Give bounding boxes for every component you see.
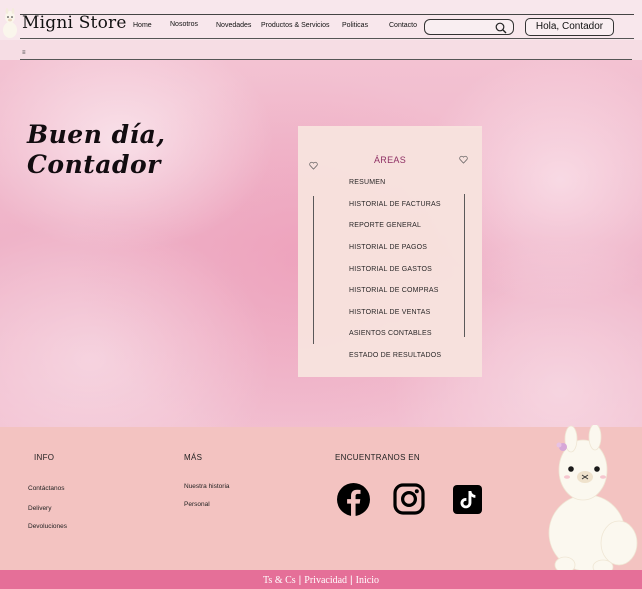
area-item-historial-ventas[interactable]: HISTORIAL DE VENTAS [349,309,430,316]
area-item-historial-compras[interactable]: HISTORIAL DE COMPRAS [349,287,439,294]
instagram-icon[interactable] [393,483,425,515]
footer-social-title: ENCUENTRANOS EN [335,453,420,462]
facebook-icon[interactable] [337,483,370,516]
area-item-historial-pagos[interactable]: HISTORIAL DE PAGOS [349,244,427,251]
nav-home[interactable]: Home [133,22,152,29]
footer-info-title: INFO [34,453,55,462]
area-item-reporte-general[interactable]: REPORTE GENERAL [349,222,421,229]
site-header: Migni Store Home Nosotros Novedades Prod… [0,0,642,40]
area-item-asientos-contables[interactable]: ASIENTOS CONTABLES [349,330,432,337]
bottom-separator: | [298,575,302,586]
bottom-separator: | [350,575,353,586]
llama-logo-icon[interactable] [1,8,19,38]
area-item-historial-facturas[interactable]: HISTORIAL DE FACTURAS [349,201,441,208]
nav-nosotros[interactable]: Nosotros [170,21,198,28]
bottom-bar: Ts & Cs | Privacidad | Inicio [0,570,642,589]
nav-contacto[interactable]: Contacto [389,22,417,29]
nav-productos-servicios[interactable]: Productos & Servicios [261,22,329,29]
menu-icon[interactable]: ≡ [22,50,26,56]
bottom-link-terms[interactable]: Ts & Cs [263,575,296,586]
areas-right-rule [464,194,465,337]
footer-link-devoluciones[interactable]: Devoluciones [28,523,67,530]
footer-link-contactanos[interactable]: Contáctanos [28,485,65,492]
tiktok-icon[interactable] [453,485,482,514]
sub-navbar: ≡ [0,40,642,60]
search-input[interactable] [424,19,514,35]
llama-mascot-icon [548,425,638,575]
footer-mas-title: MÁS [184,453,203,462]
brand-name[interactable]: Migni Store [22,13,127,33]
nav-politicas[interactable]: Politicas [342,22,368,29]
header-bottom-divider [20,38,634,39]
area-item-historial-gastos[interactable]: HISTORIAL DE GASTOS [349,266,432,273]
search-icon[interactable] [495,22,507,34]
greeting-heading: Buen día, Contador [27,120,165,180]
footer-link-nuestra-historia[interactable]: Nuestra historia [184,483,230,490]
nav-novedades[interactable]: Novedades [216,22,251,29]
bottom-link-privacidad[interactable]: Privacidad [304,575,347,586]
areas-left-rule [313,196,314,344]
areas-title: ÁREAS [373,155,406,165]
user-greeting-button[interactable]: Hola, Contador [525,18,614,36]
bottom-link-inicio[interactable]: Inicio [356,575,379,586]
areas-panel: ÁREAS RESUMEN HISTORIAL DE FACTURAS REPO… [298,126,482,377]
footer-link-delivery[interactable]: Delivery [28,505,51,512]
greeting-line-2: Contador [27,150,161,179]
hero-section: Buen día, Contador ÁREAS RESUMEN HISTORI… [0,60,642,427]
footer-link-personal[interactable]: Personal [184,501,210,508]
area-item-estado-resultados[interactable]: ESTADO DE RESULTADOS [349,352,441,359]
area-item-resumen[interactable]: RESUMEN [349,179,385,186]
greeting-line-1: Buen día, [27,120,166,149]
